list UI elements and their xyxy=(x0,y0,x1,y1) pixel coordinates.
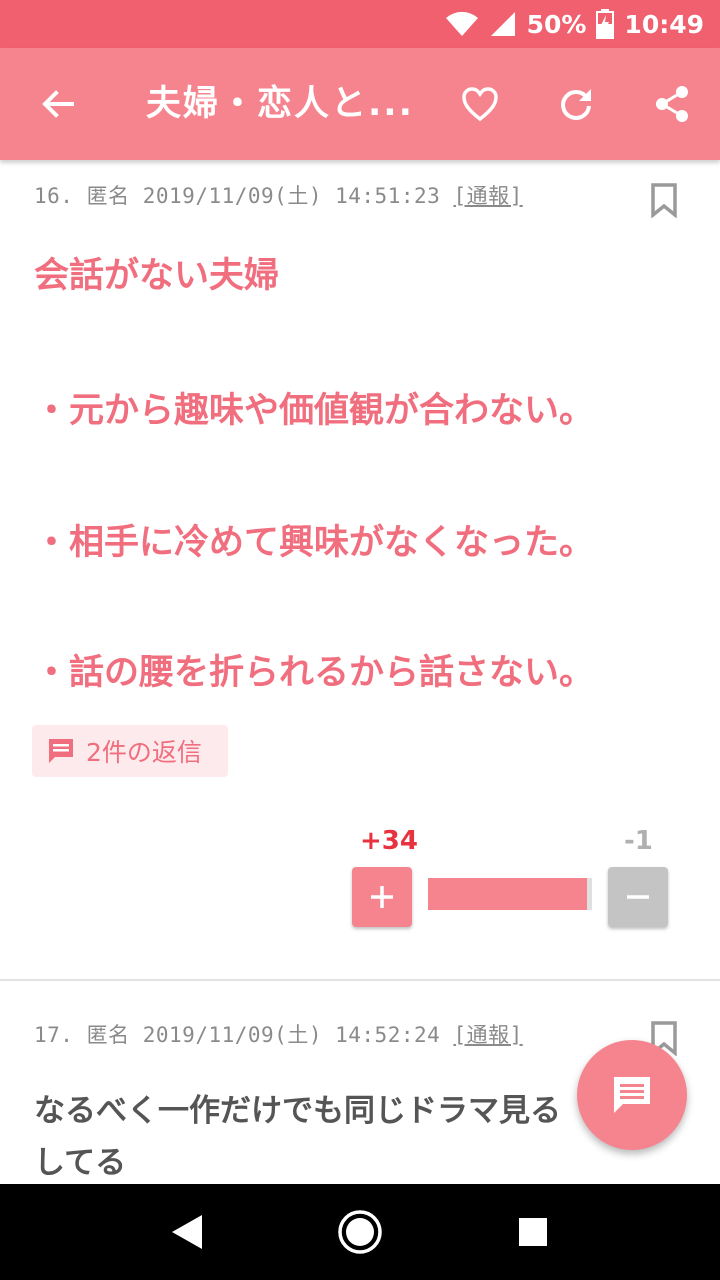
post-meta: 16. 匿名 2019/11/09(土) 14:51:23 [通報] xyxy=(34,180,523,210)
post-date: 2019/11/09(土) xyxy=(142,1023,322,1047)
battery-percent: 50% xyxy=(526,9,587,39)
report-link[interactable]: [通報] xyxy=(453,184,522,208)
refresh-icon[interactable] xyxy=(548,76,604,132)
post-time: 14:52:24 xyxy=(335,1023,441,1047)
comment-icon xyxy=(49,739,73,763)
post-line: なるべく一作だけでも同じドラマ見る xyxy=(34,1093,561,1129)
heart-icon[interactable] xyxy=(452,76,508,132)
bookmark-icon[interactable] xyxy=(650,182,678,219)
recents-nav-icon[interactable] xyxy=(503,1202,563,1262)
post-line: してる xyxy=(34,1145,127,1181)
post-line: ・元から趣味や価値観が合わない。 xyxy=(34,391,595,431)
vote-ratio-fill xyxy=(428,878,588,910)
plus-icon xyxy=(371,886,393,908)
page-title: 夫婦・恋人と... xyxy=(146,84,414,124)
post-time: 14:51:23 xyxy=(335,184,441,208)
home-nav-icon[interactable] xyxy=(330,1202,390,1262)
signal-icon xyxy=(489,10,517,38)
back-arrow-icon[interactable] xyxy=(30,76,86,132)
comment-icon xyxy=(614,1077,650,1113)
status-bar: 50% 10:49 xyxy=(0,0,720,48)
battery-charging-icon xyxy=(596,9,615,39)
plus-vote-button[interactable] xyxy=(352,867,412,927)
minus-icon xyxy=(627,895,649,899)
post-date: 2019/11/09(土) xyxy=(142,184,322,208)
post-line: ・話の腰を折られるから話さない。 xyxy=(34,653,595,693)
post-divider xyxy=(0,979,720,981)
comment-fab[interactable] xyxy=(577,1040,687,1150)
report-link[interactable]: [通報] xyxy=(453,1023,522,1047)
app-bar: 夫婦・恋人と... xyxy=(0,48,720,160)
share-icon[interactable] xyxy=(644,76,700,132)
replies-button[interactable]: 2件の返信 xyxy=(32,725,228,777)
post-line: ・相手に冷めて興味がなくなった。 xyxy=(34,523,595,563)
post-number: 16. xyxy=(34,184,74,208)
vote-ratio-bar xyxy=(428,878,592,910)
post-number: 17. xyxy=(34,1023,74,1047)
post-meta: 17. 匿名 2019/11/09(土) 14:52:24 [通報] xyxy=(34,1019,523,1049)
post-author: 匿名 xyxy=(86,184,130,208)
minus-count: -1 xyxy=(624,826,653,856)
back-nav-icon[interactable] xyxy=(157,1202,217,1262)
post-line: 会話がない夫婦 xyxy=(34,256,280,296)
clock: 10:49 xyxy=(624,9,704,39)
post-body: なるべく一作だけでも同じドラマ見る してる xyxy=(34,1085,594,1189)
post-author: 匿名 xyxy=(86,1023,130,1047)
wifi-icon xyxy=(445,10,479,38)
system-nav-bar xyxy=(0,1184,720,1280)
replies-label: 2件の返信 xyxy=(86,738,202,767)
minus-vote-button[interactable] xyxy=(608,867,668,927)
plus-count: +34 xyxy=(360,826,418,856)
